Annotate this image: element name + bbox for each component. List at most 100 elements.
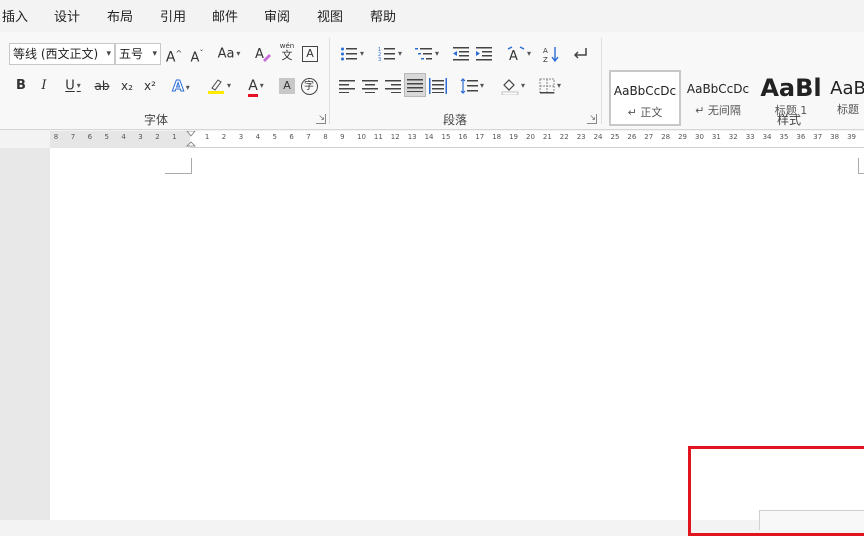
ruler-number: 24 [593,133,603,141]
multilevel-list-icon [414,48,432,60]
font-name-combo[interactable]: 等线 (西文正文) ▾ [9,43,115,65]
ruler-number: 17 [475,133,485,141]
underline-button[interactable]: U ▾ [58,75,88,97]
line-spacing-button[interactable]: ▾ [456,75,488,97]
show-hide-marks-button[interactable] [571,43,589,65]
justify-icon [407,78,423,92]
ruler-number: 4 [255,133,261,141]
subscript-button[interactable]: x₂ [118,75,136,97]
tab-design[interactable]: 设计 [54,6,80,25]
font-size-combo[interactable]: 五号 ▾ [115,43,161,65]
ruler-number: 7 [70,133,76,141]
phonetic-bottom-text: 文 [281,49,293,62]
chevron-down-icon: ▾ [152,49,157,59]
style-title[interactable]: AaB 标题 [828,70,864,126]
chinese-layout-button[interactable]: A ▾ [503,43,535,65]
align-center-button[interactable] [361,75,379,97]
ruler-number: 39 [847,133,857,141]
highlighter-icon [207,79,224,94]
ruler-number: 20 [526,133,535,141]
style-sample: AaBbCcDc [686,82,750,96]
character-border-icon: A [302,46,318,62]
tab-mailings[interactable]: 邮件 [212,6,238,25]
borders-icon [539,78,555,94]
ruler-number: 14 [424,133,434,141]
tab-review[interactable]: 审阅 [264,6,290,25]
style-sample: AaBl [760,74,822,102]
shading-button[interactable]: ▾ [497,75,529,97]
document-page[interactable] [50,148,864,536]
grow-font-button[interactable]: A^ [165,43,183,66]
decrease-indent-button[interactable] [452,43,470,65]
superscript-button[interactable]: x² [141,75,159,97]
borders-button[interactable]: ▾ [534,75,566,97]
paragraph-dialog-launcher-icon[interactable]: ↘ [587,114,597,124]
font-dialog-launcher-icon[interactable]: ↘ [316,114,326,124]
subscript-icon: x₂ [121,79,133,93]
indent-marker-icon[interactable] [186,131,196,148]
align-center-icon [362,79,378,93]
horizontal-ruler[interactable]: 8 7 6 5 4 3 2 1 1 2 3 4 5 6 7 8 9 10 11 12 13 14 15 16 17 18 19 20 2… [50,131,864,148]
phonetic-guide-button[interactable]: wén 文 [277,41,297,63]
ruler-number: 11 [373,133,383,141]
tab-help[interactable]: 帮助 [370,6,396,25]
paragraph-group-label: 段落 [443,113,468,127]
numbered-list-icon: 1 2 3 [378,47,395,62]
change-case-icon: Aa [217,46,235,62]
ruler-number: 22 [559,133,569,141]
ruler-number: 3 [238,133,244,141]
clear-formatting-button[interactable]: A [254,43,272,65]
strikethrough-button[interactable]: ab [93,75,111,97]
chevron-down-icon: ▾ [106,49,111,59]
style-no-spacing[interactable]: AaBbCcDc ↵ 无间隔 [682,70,754,126]
increase-indent-button[interactable] [475,43,493,65]
ruler-number: 23 [576,133,586,141]
character-shading-button[interactable]: A [278,75,296,97]
shrink-font-button[interactable]: Aˇ [188,43,206,65]
style-sample: AaB [830,78,864,99]
sort-icon: A Z [543,46,559,63]
tab-insert[interactable]: 插入 [2,6,28,25]
tab-view[interactable]: 视图 [317,6,343,25]
ruler-number: 19 [509,133,519,141]
italic-button[interactable]: I [35,75,53,97]
multilevel-list-button[interactable]: ▾ [411,43,443,65]
align-right-button[interactable] [384,75,402,97]
grow-font-icon: A [165,49,176,66]
distributed-button[interactable] [429,75,447,97]
ruler-number: 30 [695,133,704,141]
change-case-button[interactable]: Aa ▾ [213,43,245,65]
ruler-number: 3 [138,133,143,141]
style-name: 标题 [837,103,859,116]
group-divider [329,38,330,124]
style-normal[interactable]: AaBbCcDc ↵ 正文 [609,70,681,126]
ruler-number: 26 [627,133,637,141]
align-left-button[interactable] [338,75,356,97]
tab-layout[interactable]: 布局 [107,6,133,25]
ruler-number: 29 [678,133,688,141]
tab-references[interactable]: 引用 [160,6,186,25]
paint-bucket-icon [501,79,519,95]
character-border-button[interactable]: A [301,43,319,65]
styles-group-label: 样式 [777,113,802,127]
bullets-button[interactable]: ▾ [337,43,367,65]
text-effects-button[interactable]: A ▾ [166,75,196,97]
ruler-number: 10 [357,133,366,141]
justify-button[interactable] [404,73,426,97]
margin-corner-mark [858,158,864,174]
ruler-number: 34 [762,133,772,141]
bold-button[interactable]: B [12,75,30,97]
enclose-characters-button[interactable]: 字 [300,75,318,97]
ruler-number: 15 [441,133,451,141]
ruler-number: 2 [155,133,160,141]
font-color-button[interactable]: A ▾ [240,75,272,97]
ruler-number: 8 [53,133,59,141]
highlight-button[interactable]: ▾ [203,75,235,97]
superscript-icon: x² [144,79,156,93]
underline-icon: U [65,78,75,94]
sort-button[interactable]: A Z [543,43,561,65]
numbering-button[interactable]: 1 2 3 ▾ [374,43,406,65]
enclose-characters-icon: 字 [300,78,318,95]
align-right-icon [385,79,401,93]
ruler-number: 25 [610,133,620,141]
